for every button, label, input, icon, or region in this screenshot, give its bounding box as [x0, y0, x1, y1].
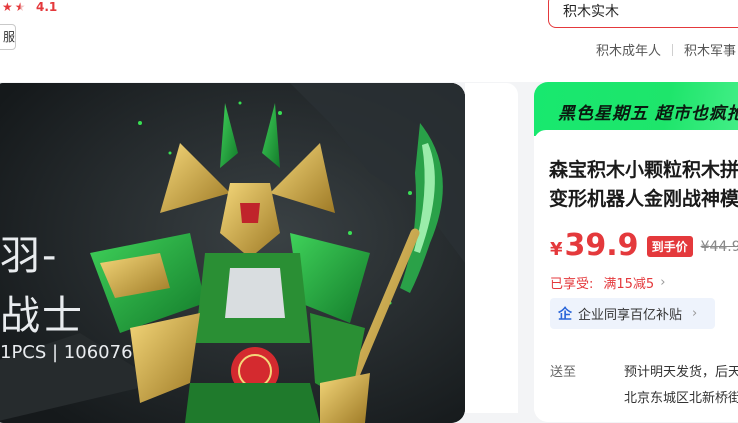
delivery-label: 送至 [550, 365, 577, 380]
shop-follow-button[interactable]: 服 [0, 24, 16, 50]
store-rating: 4.1 [36, 0, 58, 14]
promotion-label: 已享受: [550, 277, 594, 292]
image-overlay-title: 羽- [0, 233, 59, 279]
star-half-icon: ★ [14, 0, 26, 14]
price-badge: 到手价 [646, 236, 693, 257]
product-info-body: 森宝积木小颗粒积木拼装 变形机器人金刚战神模型 ¥ 39.9 到手价 ¥44.9… [534, 130, 738, 422]
search-input[interactable] [563, 3, 733, 19]
promo-banner[interactable]: 黑色星期五 超市也疯抢 [534, 82, 738, 136]
gallery-side-strip [465, 83, 518, 413]
price-row: ¥ 39.9 到手价 ¥44.9 [550, 228, 738, 263]
delivery-estimate: 预计明天发货，后天送达 [624, 365, 738, 380]
hot-word-link[interactable]: 积木军事 [684, 40, 736, 59]
top-bar: ★ ★ 4.1 服 积木成年人 积木军事 [0, 0, 738, 82]
divider [672, 43, 674, 56]
search-box[interactable] [548, 0, 738, 28]
hot-word-link[interactable]: 积木成年人 [596, 40, 661, 59]
product-title-line: 变形机器人金刚战神模型 [549, 188, 738, 210]
currency-symbol: ¥ [550, 239, 563, 260]
delivery-address[interactable]: 北京东城区北新桥街道 [624, 387, 738, 406]
enterprise-icon: 企 [558, 306, 572, 323]
enterprise-subsidy-label: 企业同享百亿补贴 [578, 308, 683, 323]
chevron-right-icon: › [660, 275, 666, 290]
image-overlay-subtitle: 战士 [0, 293, 84, 339]
promo-banner-text: 黑色星期五 超市也疯抢 [558, 104, 738, 124]
promotion-value: 满15减5 [603, 277, 655, 292]
hot-words: 积木成年人 积木军事 [596, 40, 736, 59]
image-overlay-spec: 1PCS | 106076 [0, 342, 133, 363]
final-price: 39.9 [564, 228, 639, 263]
product-info-panel: 黑色星期五 超市也疯抢 森宝积木小颗粒积木拼装 变形机器人金刚战神模型 ¥ 39… [534, 82, 738, 422]
robot-figure-illustration [0, 83, 465, 423]
enterprise-subsidy-button[interactable]: 企 企业同享百亿补贴 › [550, 298, 715, 329]
rating-stars: ★ ★ [2, 0, 26, 14]
product-title-line: 森宝积木小颗粒积木拼装 [549, 159, 738, 181]
chevron-right-icon: › [692, 306, 698, 321]
product-title: 森宝积木小颗粒积木拼装 变形机器人金刚战神模型 [549, 156, 738, 214]
promotion-row[interactable]: 已享受: 满15减5 › [550, 273, 665, 292]
star-full-icon: ★ [2, 0, 13, 14]
original-price: ¥44.9 [700, 239, 738, 255]
product-main-image[interactable]: 羽- 战士 1PCS | 106076 [0, 83, 465, 423]
